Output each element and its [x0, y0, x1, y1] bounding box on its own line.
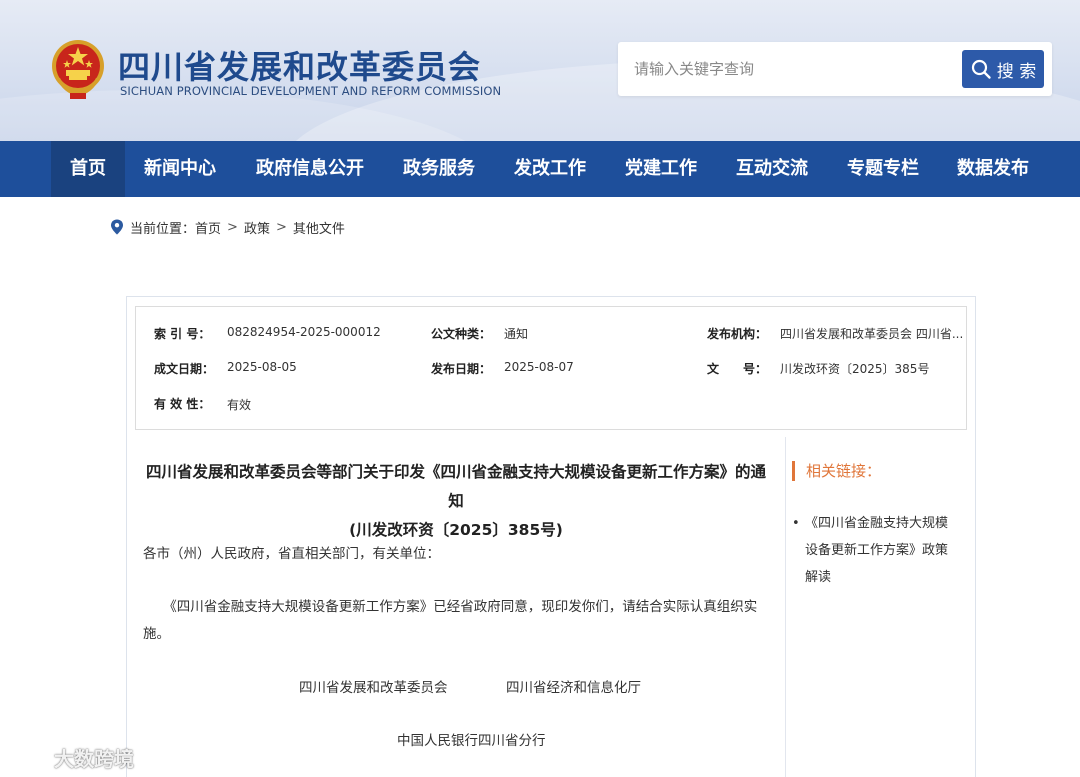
related-links-title: 相关链接：: [792, 461, 881, 481]
search-box: 搜 索: [618, 42, 1052, 96]
nav-item-data-release[interactable]: 数据发布: [945, 141, 1041, 197]
nav-item-reform-work[interactable]: 发改工作: [502, 141, 598, 197]
index-label: 索 引 号：: [154, 327, 211, 341]
nav-item-interaction[interactable]: 互动交流: [724, 141, 820, 197]
date-written-label: 成文日期：: [154, 362, 215, 376]
breadcrumb-prefix: 当前位置：: [130, 221, 196, 237]
article-title: 四川省发展和改革委员会等部门关于印发《四川省金融支持大规模设备更新工作方案》的通…: [140, 458, 772, 545]
signer-pboc: 中国人民银行四川省分行: [397, 733, 546, 749]
site-subtitle: SICHUAN PROVINCIAL DEVELOPMENT AND REFOR…: [120, 84, 502, 98]
breadcrumb: 当前位置： 首页 > 政策 > 其他文件: [110, 217, 345, 237]
nav-item-party-building[interactable]: 党建工作: [613, 141, 709, 197]
related-links-list: 《四川省金融支持大规模 设备更新工作方案》政策 解读: [792, 510, 962, 591]
signer-ndrc: 四川省发展和改革委员会: [299, 680, 448, 696]
sidebar-divider: [785, 437, 786, 777]
nav-item-gov-info[interactable]: 政府信息公开: [245, 141, 375, 197]
related-link-item[interactable]: 《四川省金融支持大规模 设备更新工作方案》政策 解读: [792, 510, 962, 591]
article-title-line1: 四川省发展和改革委员会等部门关于印发《四川省金融支持大规模设备更新工作方案》的通…: [145, 463, 766, 510]
site-title[interactable]: 四川省发展和改革委员会: [118, 42, 481, 88]
related-link-text: 设备更新工作方案》政策: [805, 543, 949, 558]
doc-type-label: 公文种类：: [431, 327, 492, 341]
search-icon: [971, 59, 991, 79]
index-value: 082824954-2025-000012: [227, 325, 381, 339]
nav-item-services[interactable]: 政务服务: [391, 141, 487, 197]
date-published-label: 发布日期：: [431, 362, 492, 376]
doc-number-value: 川发改环资〔2025〕385号: [780, 362, 930, 376]
article-body: 《四川省金融支持大规模设备更新工作方案》已经省政府同意，现印发你们，请结合实际认…: [143, 594, 775, 648]
location-pin-icon: [111, 219, 123, 235]
article-body-line: 施。: [143, 626, 170, 642]
search-button-label: 搜 索: [996, 61, 1037, 82]
nav-item-news[interactable]: 新闻中心: [130, 141, 230, 197]
related-link-text: 《四川省金融支持大规模: [805, 516, 949, 531]
national-emblem-icon[interactable]: [50, 38, 106, 100]
breadcrumb-home[interactable]: 首页: [195, 218, 221, 237]
search-button[interactable]: 搜 索: [962, 50, 1044, 88]
breadcrumb-separator: >: [227, 219, 238, 235]
date-published-value: 2025-08-07: [504, 360, 574, 374]
date-written-value: 2025-08-05: [227, 360, 297, 374]
related-link-text: 解读: [805, 570, 832, 585]
nav-item-home[interactable]: 首页: [51, 141, 125, 197]
publisher-label: 发布机构：: [707, 327, 768, 341]
doc-number-label: 文 号：: [707, 362, 768, 376]
article-body-line: 《四川省金融支持大规模设备更新工作方案》已经省政府同意，现印发你们，请结合实际认…: [143, 599, 758, 615]
breadcrumb-policy[interactable]: 政策: [244, 218, 270, 237]
search-input[interactable]: [628, 52, 958, 86]
nav-item-special-topics[interactable]: 专题专栏: [835, 141, 931, 197]
validity-value: 有效: [227, 398, 252, 412]
site-header: 四川省发展和改革委员会 SICHUAN PROVINCIAL DEVELOPME…: [0, 0, 1080, 141]
watermark-logo-icon: [10, 747, 46, 770]
validity-label: 有 效 性：: [154, 397, 211, 411]
watermark: 大数跨境: [8, 740, 134, 774]
breadcrumb-separator: >: [275, 219, 287, 235]
watermark-text: 大数跨境: [54, 746, 134, 771]
main-nav: 首页 新闻中心 政府信息公开 政务服务 发改工作 党建工作 互动交流 专题专栏 …: [0, 141, 1080, 197]
breadcrumb-other-docs[interactable]: 其他文件: [293, 218, 345, 237]
signer-economy-dept: 四川省经济和信息化厅: [506, 680, 641, 696]
article-salutation: 各市（州）人民政府，省直相关部门，有关单位：: [143, 546, 440, 562]
doc-type-value: 通知: [504, 327, 529, 341]
publisher-value: 四川省发展和改革委员会 四川省...: [780, 327, 964, 341]
